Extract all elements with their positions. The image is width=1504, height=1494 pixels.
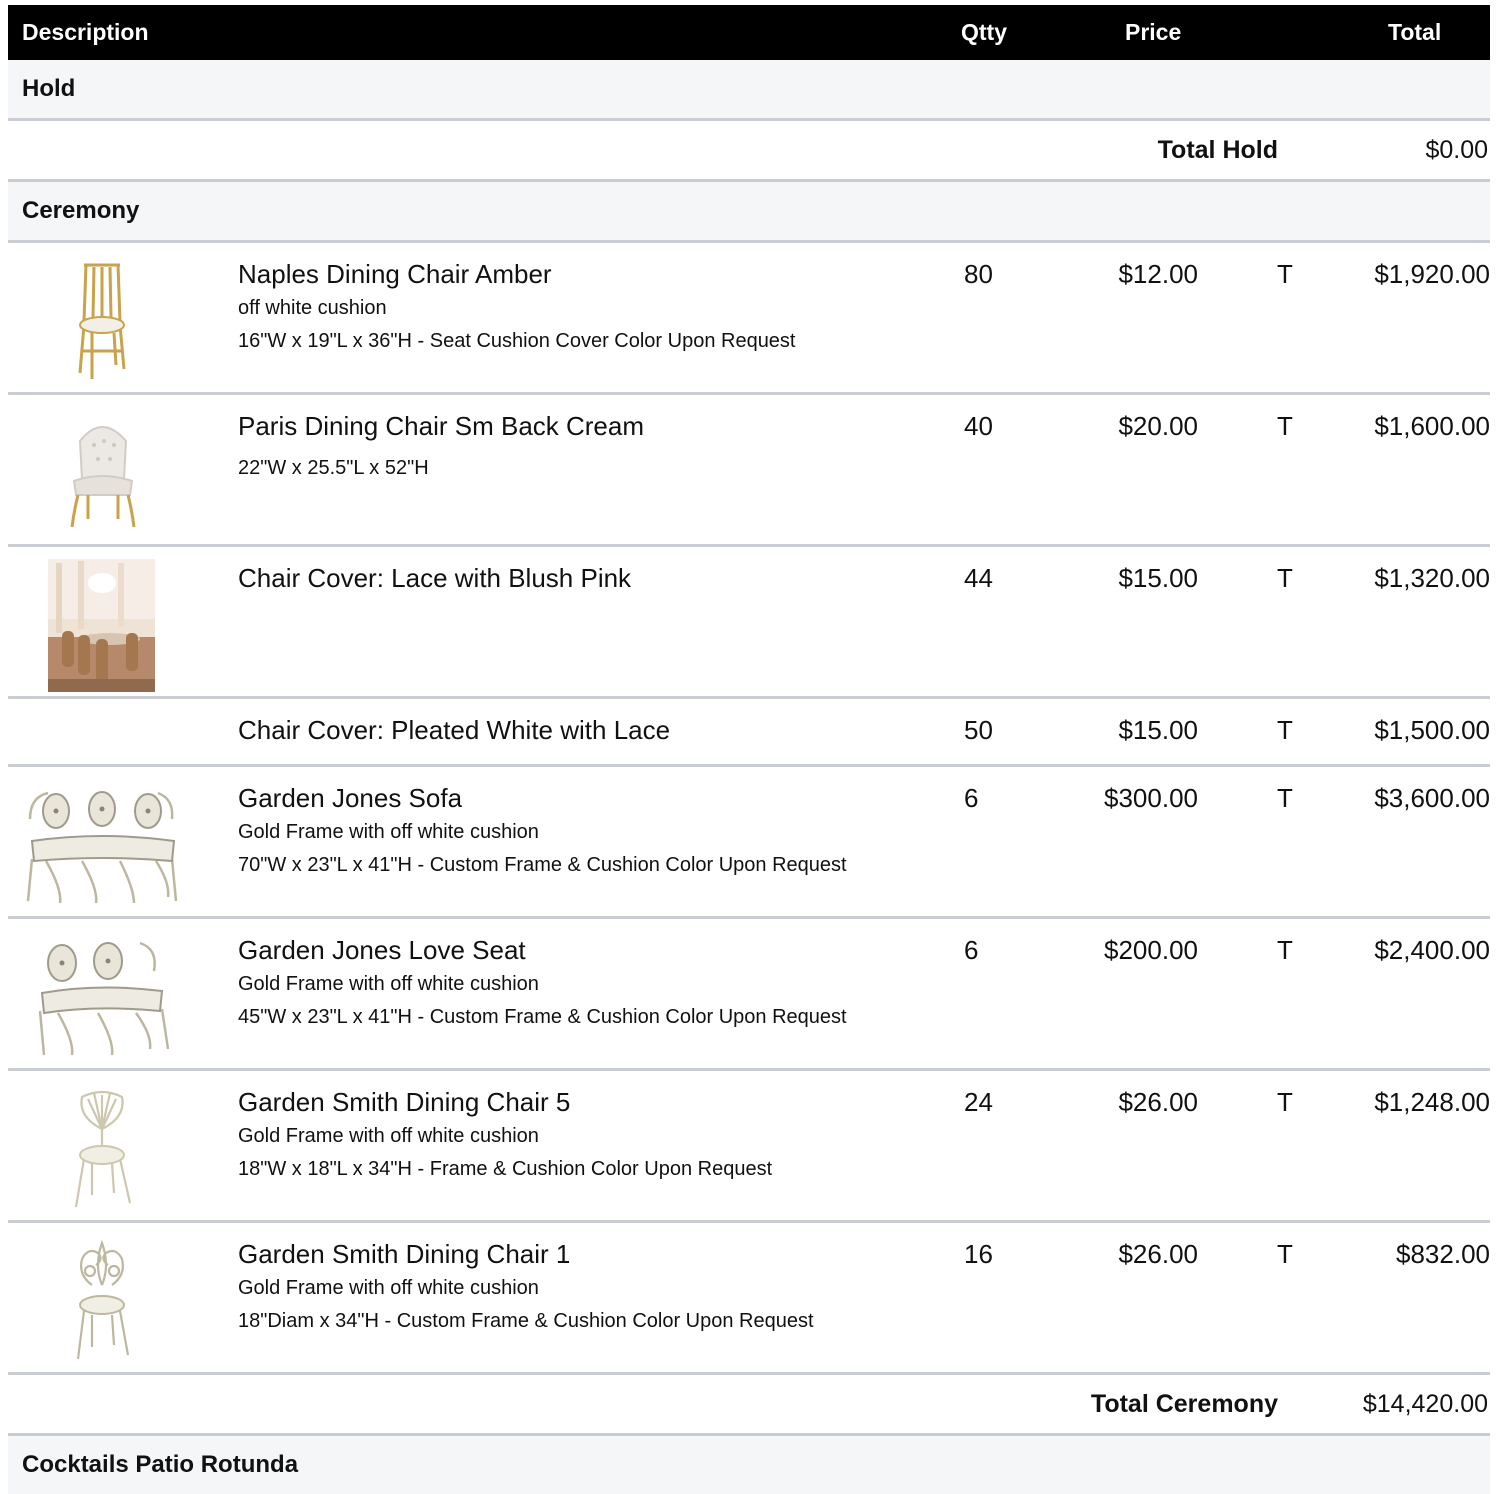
line-item-row: Naples Dining Chair Amber off white cush… — [8, 243, 1490, 395]
quote-table: Description Qtty Price Total Hold Total … — [8, 5, 1490, 1494]
item-detail: Gold Frame with off white cushion — [238, 1277, 539, 1299]
item-total: $832.00 — [1396, 1239, 1490, 1269]
col-price-header: Price — [1125, 19, 1182, 45]
item-tax-flag: T — [1277, 935, 1293, 965]
item-total: $1,320.00 — [1374, 563, 1490, 593]
item-qty: 16 — [964, 1239, 993, 1269]
item-detail: Gold Frame with off white cushion — [238, 1125, 539, 1147]
item-price: $200.00 — [1104, 935, 1198, 965]
line-item-row: Chair Cover: Pleated White with Lace 50 … — [8, 699, 1490, 767]
item-tax-flag: T — [1277, 259, 1293, 289]
section-total-hold: Total Hold $0.00 — [8, 121, 1490, 182]
item-name: Naples Dining Chair Amber — [238, 259, 552, 289]
item-name: Garden Smith Dining Chair 5 — [238, 1087, 571, 1117]
section-total-value: $0.00 — [1425, 136, 1488, 164]
garden-love-seat-icon — [28, 931, 172, 1059]
section-total-value: $14,420.00 — [1362, 1390, 1488, 1418]
item-total: $1,500.00 — [1374, 715, 1490, 745]
item-total: $3,600.00 — [1374, 783, 1490, 813]
item-name: Garden Jones Love Seat — [238, 935, 526, 965]
item-name: Paris Dining Chair Sm Back Cream — [238, 411, 645, 441]
section-header-ceremony: Ceremony — [8, 182, 1490, 243]
section-title: Hold — [22, 75, 76, 102]
item-dimensions: 18"W x 18"L x 34"H - Frame & Cushion Col… — [238, 1158, 773, 1180]
item-total: $1,600.00 — [1374, 411, 1490, 441]
item-price: $26.00 — [1118, 1087, 1198, 1117]
item-qty: 40 — [964, 411, 993, 441]
line-item-row: Chair Cover: Lace with Blush Pink 44 $15… — [8, 547, 1490, 699]
section-title: Cocktails Patio Rotunda — [22, 1451, 299, 1478]
section-header-cocktails: Cocktails Patio Rotunda — [8, 1436, 1490, 1494]
item-detail: Gold Frame with off white cushion — [238, 973, 539, 995]
line-item-row: Paris Dining Chair Sm Back Cream 22"W x … — [8, 395, 1490, 547]
item-name: Garden Smith Dining Chair 1 — [238, 1239, 571, 1269]
item-qty: 24 — [964, 1087, 993, 1117]
line-item-row: Garden Jones Sofa Gold Frame with off wh… — [8, 767, 1490, 919]
item-dimensions: 22"W x 25.5"L x 52"H — [238, 457, 429, 479]
item-qty: 6 — [964, 783, 979, 813]
item-total: $1,920.00 — [1374, 259, 1490, 289]
item-tax-flag: T — [1277, 411, 1293, 441]
shell-back-chair-icon — [48, 1083, 156, 1211]
item-qty: 80 — [964, 259, 993, 289]
item-detail: Gold Frame with off white cushion — [238, 821, 539, 843]
item-price: $15.00 — [1118, 563, 1198, 593]
scroll-back-chair-icon — [48, 1235, 156, 1363]
item-tax-flag: T — [1277, 783, 1293, 813]
tufted-cream-chair-icon — [48, 407, 156, 535]
item-qty: 44 — [964, 563, 993, 593]
item-dimensions: 16"W x 19"L x 36"H - Seat Cushion Cover … — [238, 330, 796, 352]
item-qty: 6 — [964, 935, 979, 965]
item-dimensions: 45"W x 23"L x 41"H - Custom Frame & Cush… — [238, 1006, 847, 1028]
item-price: $15.00 — [1118, 715, 1198, 745]
item-price: $26.00 — [1118, 1239, 1198, 1269]
col-description-header: Description — [22, 19, 149, 45]
section-total-ceremony: Total Ceremony $14,420.00 — [8, 1375, 1490, 1436]
item-price: $20.00 — [1118, 411, 1198, 441]
col-qty-header: Qtty — [961, 19, 1007, 45]
item-name: Garden Jones Sofa — [238, 783, 463, 813]
item-detail: off white cushion — [238, 297, 387, 319]
col-total-header: Total — [1388, 19, 1442, 45]
item-tax-flag: T — [1277, 1087, 1293, 1117]
item-tax-flag: T — [1277, 563, 1293, 593]
item-total: $1,248.00 — [1374, 1087, 1490, 1117]
item-tax-flag: T — [1277, 1239, 1293, 1269]
table-header: Description Qtty Price Total — [8, 5, 1490, 60]
item-name: Chair Cover: Pleated White with Lace — [238, 715, 671, 745]
garden-sofa-icon — [22, 779, 182, 907]
section-total-label: Total Hold — [1157, 136, 1278, 164]
item-total: $2,400.00 — [1374, 935, 1490, 965]
line-item-row: Garden Smith Dining Chair 5 Gold Frame w… — [8, 1071, 1490, 1223]
event-room-photo-icon — [48, 559, 155, 692]
item-dimensions: 70"W x 23"L x 41"H - Custom Frame & Cush… — [238, 854, 847, 876]
line-item-row: Garden Smith Dining Chair 1 Gold Frame w… — [8, 1223, 1490, 1375]
item-name: Chair Cover: Lace with Blush Pink — [238, 563, 632, 593]
line-item-row: Garden Jones Love Seat Gold Frame with o… — [8, 919, 1490, 1071]
section-header-hold: Hold — [8, 60, 1490, 121]
item-qty: 50 — [964, 715, 993, 745]
section-total-label: Total Ceremony — [1090, 1390, 1278, 1418]
item-dimensions: 18"Diam x 34"H - Custom Frame & Cushion … — [238, 1310, 814, 1332]
item-price: $300.00 — [1104, 783, 1198, 813]
item-tax-flag: T — [1277, 715, 1293, 745]
section-title: Ceremony — [22, 197, 140, 224]
item-price: $12.00 — [1118, 259, 1198, 289]
gold-chiavari-chair-icon — [48, 255, 156, 383]
